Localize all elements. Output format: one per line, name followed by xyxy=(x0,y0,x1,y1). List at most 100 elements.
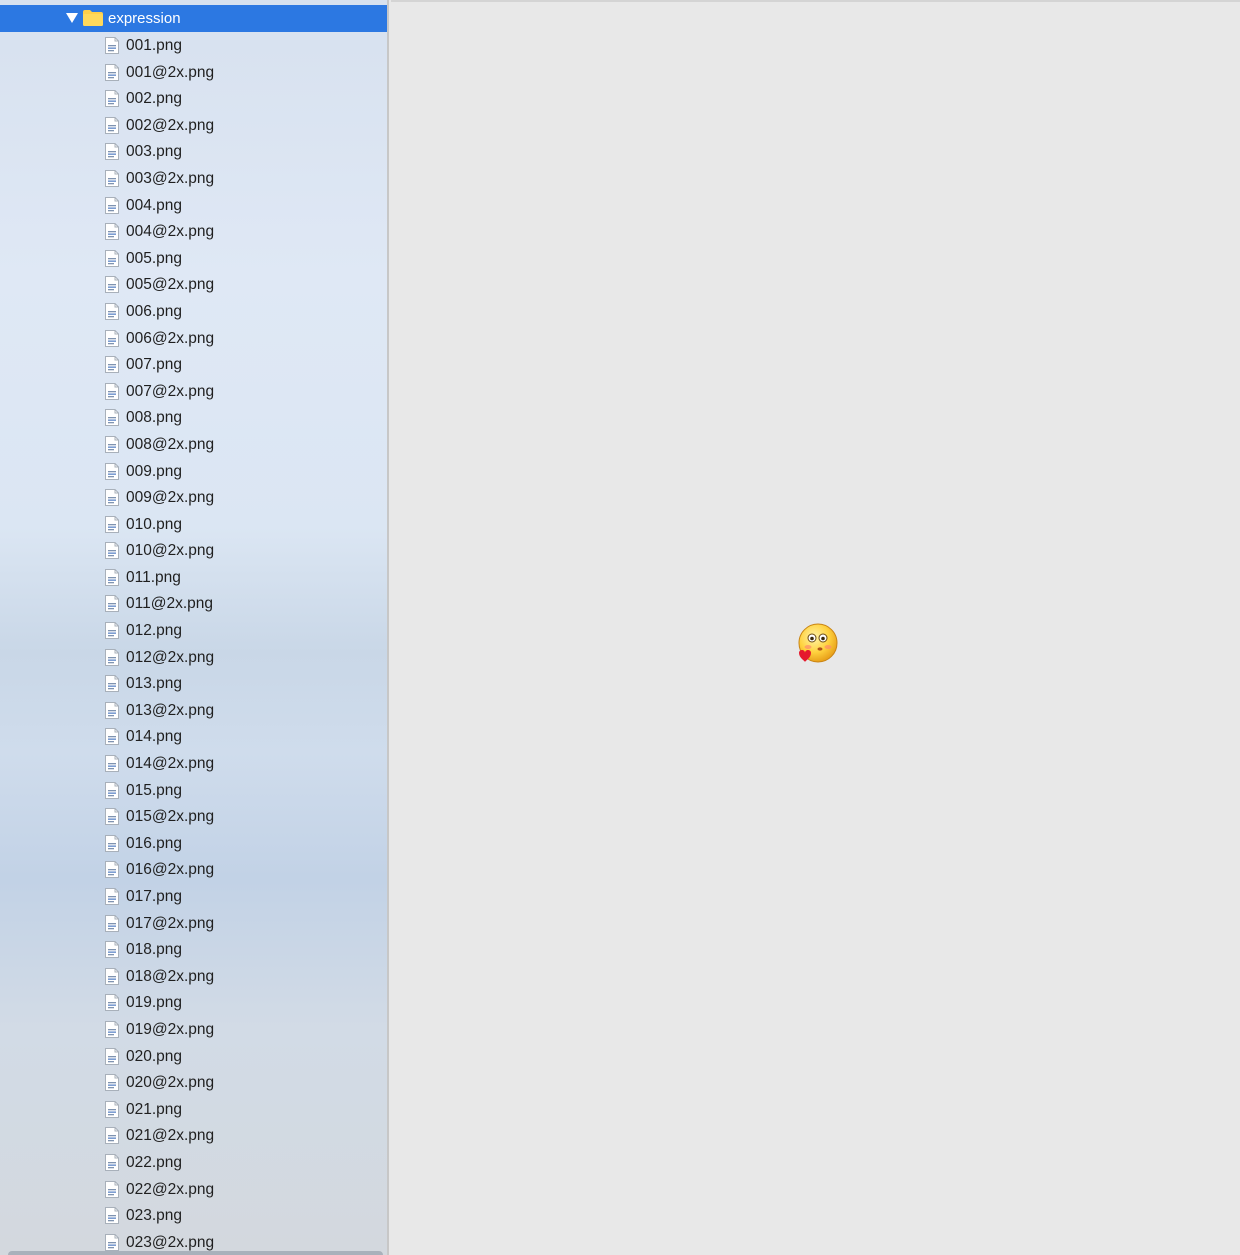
file-row[interactable]: 008@2x.png xyxy=(0,431,387,458)
file-label: 003.png xyxy=(126,143,183,161)
file-row[interactable]: 007@2x.png xyxy=(0,378,387,405)
file-row[interactable]: 012.png xyxy=(0,617,387,644)
png-file-icon xyxy=(105,568,119,586)
file-row[interactable]: 021.png xyxy=(0,1096,387,1123)
file-label: 013@2x.png xyxy=(126,701,215,719)
file-row[interactable]: 021@2x.png xyxy=(0,1122,387,1149)
file-row[interactable]: 015.png xyxy=(0,777,387,804)
png-file-icon xyxy=(105,701,119,719)
file-label: 023@2x.png xyxy=(126,1233,215,1251)
file-label: 007@2x.png xyxy=(126,382,215,400)
file-row[interactable]: 006.png xyxy=(0,298,387,325)
file-navigator-sidebar: expression 001.png 001@2x.png 002.png 002@2… xyxy=(0,0,389,1255)
file-row[interactable]: 013.png xyxy=(0,670,387,697)
file-label: 008.png xyxy=(126,409,183,427)
file-label: 005.png xyxy=(126,249,183,267)
file-row[interactable]: 002@2x.png xyxy=(0,112,387,139)
png-file-icon xyxy=(105,462,119,480)
file-row[interactable]: 014@2x.png xyxy=(0,750,387,777)
file-label: 011.png xyxy=(126,568,181,586)
file-row[interactable]: 019@2x.png xyxy=(0,1016,387,1043)
file-label: 013.png xyxy=(126,675,183,693)
png-file-icon xyxy=(105,1127,119,1145)
file-row[interactable]: 020.png xyxy=(0,1043,387,1070)
png-file-icon xyxy=(105,435,119,453)
file-row[interactable]: 018.png xyxy=(0,936,387,963)
png-file-icon xyxy=(105,356,119,374)
file-row[interactable]: 009.png xyxy=(0,458,387,485)
file-label: 019.png xyxy=(126,994,183,1012)
png-file-icon xyxy=(105,1233,119,1251)
file-label: 019@2x.png xyxy=(126,1020,215,1038)
png-file-icon xyxy=(105,90,119,108)
file-row[interactable]: 019.png xyxy=(0,989,387,1016)
file-label: 008@2x.png xyxy=(126,435,215,453)
file-row[interactable]: 012@2x.png xyxy=(0,644,387,671)
file-row[interactable]: 007.png xyxy=(0,351,387,378)
png-file-icon xyxy=(105,515,119,533)
file-row[interactable]: 001.png xyxy=(0,32,387,59)
file-label: 017@2x.png xyxy=(126,914,215,932)
png-file-icon xyxy=(105,888,119,905)
file-label: 010.png xyxy=(126,515,183,533)
file-label: 021@2x.png xyxy=(126,1127,215,1145)
png-file-icon xyxy=(105,409,119,427)
file-row[interactable]: 016.png xyxy=(0,830,387,857)
png-file-icon xyxy=(105,967,119,985)
file-row[interactable]: 010.png xyxy=(0,511,387,538)
file-label: 005@2x.png xyxy=(126,276,215,294)
file-row[interactable]: 008.png xyxy=(0,404,387,431)
png-file-icon xyxy=(105,329,119,347)
png-file-icon xyxy=(105,675,119,693)
file-row[interactable]: 006@2x.png xyxy=(0,325,387,352)
file-row[interactable]: 005.png xyxy=(0,245,387,272)
file-row[interactable]: 009@2x.png xyxy=(0,484,387,511)
file-row[interactable]: 013@2x.png xyxy=(0,697,387,724)
png-file-icon xyxy=(105,728,119,746)
file-row[interactable]: 022.png xyxy=(0,1149,387,1176)
file-row[interactable]: 002.png xyxy=(0,85,387,112)
png-file-icon xyxy=(105,914,119,932)
file-row[interactable]: 017.png xyxy=(0,883,387,910)
file-row[interactable]: 017@2x.png xyxy=(0,910,387,937)
file-label: 012.png xyxy=(126,622,183,640)
file-row[interactable]: 003.png xyxy=(0,138,387,165)
file-row[interactable]: 018@2x.png xyxy=(0,963,387,990)
file-row[interactable]: 001@2x.png xyxy=(0,59,387,86)
png-file-icon xyxy=(105,382,119,400)
file-row[interactable]: 011@2x.png xyxy=(0,590,387,617)
png-file-icon xyxy=(105,1074,119,1092)
file-row[interactable]: 020@2x.png xyxy=(0,1069,387,1096)
png-file-icon xyxy=(105,1100,119,1118)
png-file-icon xyxy=(105,196,119,214)
png-file-icon xyxy=(105,595,119,613)
file-row[interactable]: 015@2x.png xyxy=(0,803,387,830)
file-row[interactable]: 010@2x.png xyxy=(0,537,387,564)
png-file-icon xyxy=(105,143,119,161)
file-row[interactable]: 003@2x.png xyxy=(0,165,387,192)
file-label: 018@2x.png xyxy=(126,967,215,985)
png-file-icon xyxy=(105,302,119,320)
file-row[interactable]: 022@2x.png xyxy=(0,1176,387,1203)
folder-icon xyxy=(83,10,103,26)
png-file-icon xyxy=(105,834,119,852)
file-label: 020@2x.png xyxy=(126,1074,215,1092)
file-row[interactable]: 016@2x.png xyxy=(0,856,387,883)
file-label: 007.png xyxy=(126,356,183,374)
file-row[interactable]: 005@2x.png xyxy=(0,271,387,298)
file-label: 001@2x.png xyxy=(126,63,215,81)
file-row[interactable]: 004.png xyxy=(0,192,387,219)
image-preview-pane xyxy=(391,0,1240,1255)
png-file-icon xyxy=(105,994,119,1012)
file-row[interactable]: 014.png xyxy=(0,723,387,750)
file-row[interactable]: 011.png xyxy=(0,564,387,591)
disclosure-triangle-icon[interactable] xyxy=(66,13,78,23)
file-list: 001.png 001@2x.png 002.png 002@2x.png 003.pn… xyxy=(0,32,387,1255)
file-label: 014@2x.png xyxy=(126,755,215,773)
png-file-icon xyxy=(105,648,119,666)
horizontal-scrollbar[interactable] xyxy=(8,1251,383,1255)
png-file-icon xyxy=(105,808,119,826)
file-row[interactable]: 004@2x.png xyxy=(0,218,387,245)
folder-row-expression[interactable]: expression xyxy=(0,5,387,32)
file-row[interactable]: 023.png xyxy=(0,1202,387,1229)
